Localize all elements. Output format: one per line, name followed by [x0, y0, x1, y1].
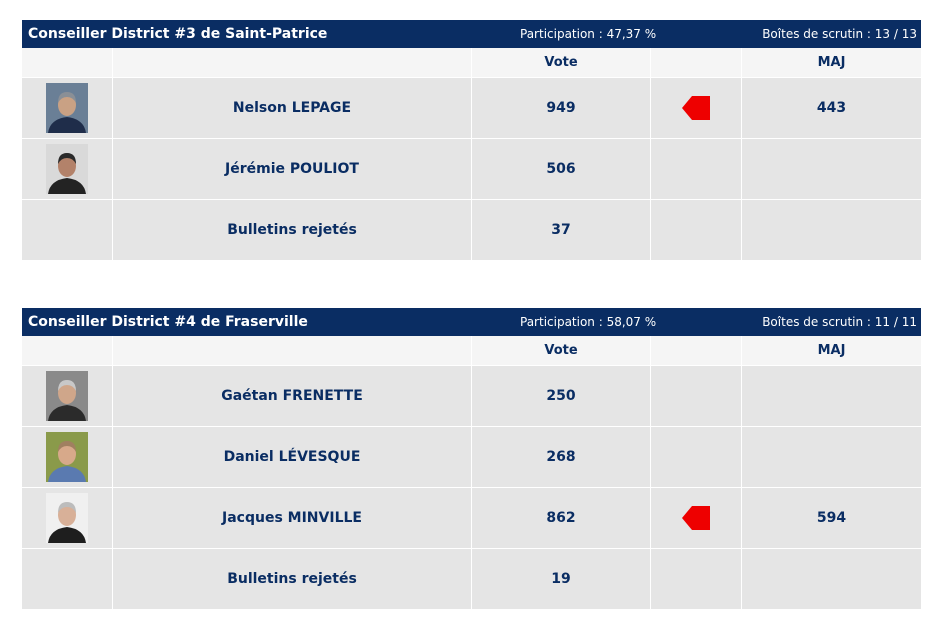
- race-table: Conseiller District #3 de Saint-Patrice P…: [22, 20, 921, 260]
- candidate-photo: [46, 432, 88, 482]
- candidate-name: Gaétan FRENETTE: [112, 366, 471, 426]
- maj-column-header: MAJ: [741, 336, 921, 365]
- maj-column-header: MAJ: [741, 48, 921, 77]
- vote-count: 268: [471, 427, 650, 487]
- rejected-ballots-row: Bulletins rejetés 37: [22, 199, 921, 260]
- candidate-row: Daniel LÉVESQUE 268: [22, 426, 921, 487]
- vote-column-header: Vote: [471, 336, 650, 365]
- majority-value: 594: [741, 488, 921, 548]
- leader-arrow-icon: [682, 506, 710, 530]
- candidate-row: Jacques MINVILLE 862 594: [22, 487, 921, 548]
- candidate-row: Nelson LEPAGE 949 443: [22, 77, 921, 138]
- candidate-photo: [46, 371, 88, 421]
- candidate-name: Bulletins rejetés: [112, 200, 471, 260]
- column-header-cell: [112, 336, 471, 365]
- candidate-name: Bulletins rejetés: [112, 549, 471, 609]
- candidate-photo: [46, 493, 88, 543]
- rejected-ballots-row: Bulletins rejetés 19: [22, 548, 921, 609]
- leader-cell: [650, 78, 741, 138]
- majority-value: [741, 366, 921, 426]
- vote-count: 506: [471, 139, 650, 199]
- race-header: Conseiller District #4 de Fraserville Par…: [22, 308, 921, 336]
- column-header-cell: [22, 336, 112, 365]
- leader-arrow-icon: [682, 96, 710, 120]
- candidate-photo: [46, 144, 88, 194]
- photo-cell: [22, 488, 112, 548]
- column-header-cell: [650, 336, 741, 365]
- vote-count: 250: [471, 366, 650, 426]
- photo-cell: [22, 139, 112, 199]
- race-table: Conseiller District #4 de Fraserville Par…: [22, 308, 921, 609]
- column-header-cell: [112, 48, 471, 77]
- majority-value: [741, 200, 921, 260]
- column-header-row: Vote MAJ: [22, 48, 921, 77]
- photo-cell: [22, 366, 112, 426]
- candidate-name: Nelson LEPAGE: [112, 78, 471, 138]
- candidate-photo: [46, 83, 88, 133]
- photo-cell: [22, 200, 112, 260]
- race-title: Conseiller District #3 de Saint-Patrice: [28, 26, 328, 42]
- majority-value: [741, 427, 921, 487]
- participation: Participation : 58,07 %: [520, 315, 657, 329]
- column-header-row: Vote MAJ: [22, 336, 921, 365]
- column-header-cell: [650, 48, 741, 77]
- vote-count: 949: [471, 78, 650, 138]
- vote-column-header: Vote: [471, 48, 650, 77]
- candidate-row: Jérémie POULIOT 506: [22, 138, 921, 199]
- leader-cell: [650, 200, 741, 260]
- ballot-boxes: Boîtes de scrutin : 11 / 11: [762, 315, 917, 329]
- leader-cell: [650, 427, 741, 487]
- candidate-name: Jacques MINVILLE: [112, 488, 471, 548]
- leader-cell: [650, 366, 741, 426]
- photo-cell: [22, 78, 112, 138]
- race-title: Conseiller District #4 de Fraserville: [28, 314, 308, 330]
- leader-cell: [650, 549, 741, 609]
- column-header-cell: [22, 48, 112, 77]
- majority-value: 443: [741, 78, 921, 138]
- vote-count: 37: [471, 200, 650, 260]
- photo-cell: [22, 427, 112, 487]
- candidate-name: Jérémie POULIOT: [112, 139, 471, 199]
- leader-cell: [650, 139, 741, 199]
- leader-cell: [650, 488, 741, 548]
- ballot-boxes: Boîtes de scrutin : 13 / 13: [762, 27, 917, 41]
- majority-value: [741, 139, 921, 199]
- vote-count: 862: [471, 488, 650, 548]
- vote-count: 19: [471, 549, 650, 609]
- participation: Participation : 47,37 %: [520, 27, 657, 41]
- majority-value: [741, 549, 921, 609]
- candidate-row: Gaétan FRENETTE 250: [22, 365, 921, 426]
- race-header: Conseiller District #3 de Saint-Patrice P…: [22, 20, 921, 48]
- candidate-name: Daniel LÉVESQUE: [112, 427, 471, 487]
- photo-cell: [22, 549, 112, 609]
